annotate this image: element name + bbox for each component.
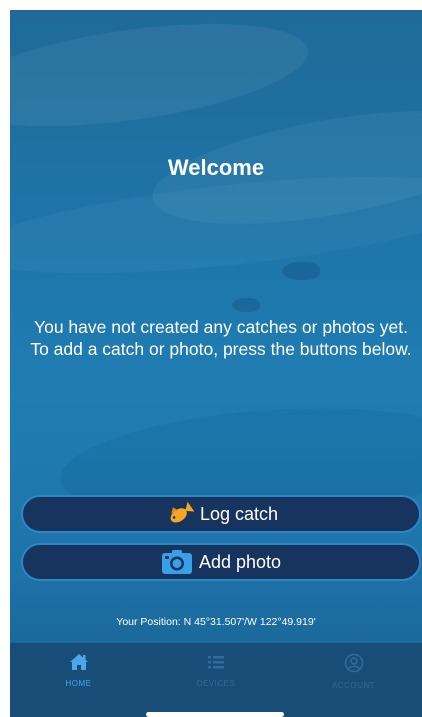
background-fish-shape [282,262,320,280]
home-indicator[interactable] [146,712,284,717]
list-icon [206,653,226,676]
gps-position-readout: Your Position: N 45°31.507'/W 122°49.919… [116,616,316,628]
tab-devices-label: DEVICES [196,679,236,688]
camera-icon [161,549,193,575]
tab-home[interactable]: HOME [10,643,147,717]
background-fish-shape [232,298,260,312]
home-icon [69,653,89,676]
add-photo-label: Add photo [198,551,282,572]
bottom-tab-bar: HOME DEVICES ACCOUNT [10,643,422,717]
page-title: Welcome [167,155,265,180]
tab-account[interactable]: ACCOUNT [285,643,422,717]
tab-devices[interactable]: DEVICES [148,643,285,717]
log-catch-button[interactable]: Log catch [21,495,421,533]
welcome-screen: Welcome You have not created any catches… [10,10,422,717]
add-photo-button[interactable]: Add photo [21,543,421,581]
tab-home-label: HOME [65,679,92,688]
account-icon [344,653,364,678]
background-wave [10,10,315,145]
empty-state-message: You have not created any catches or phot… [30,317,412,359]
fish-icon [164,501,194,527]
log-catch-label: Log catch [199,503,279,524]
tab-account-label: ACCOUNT [331,681,376,690]
